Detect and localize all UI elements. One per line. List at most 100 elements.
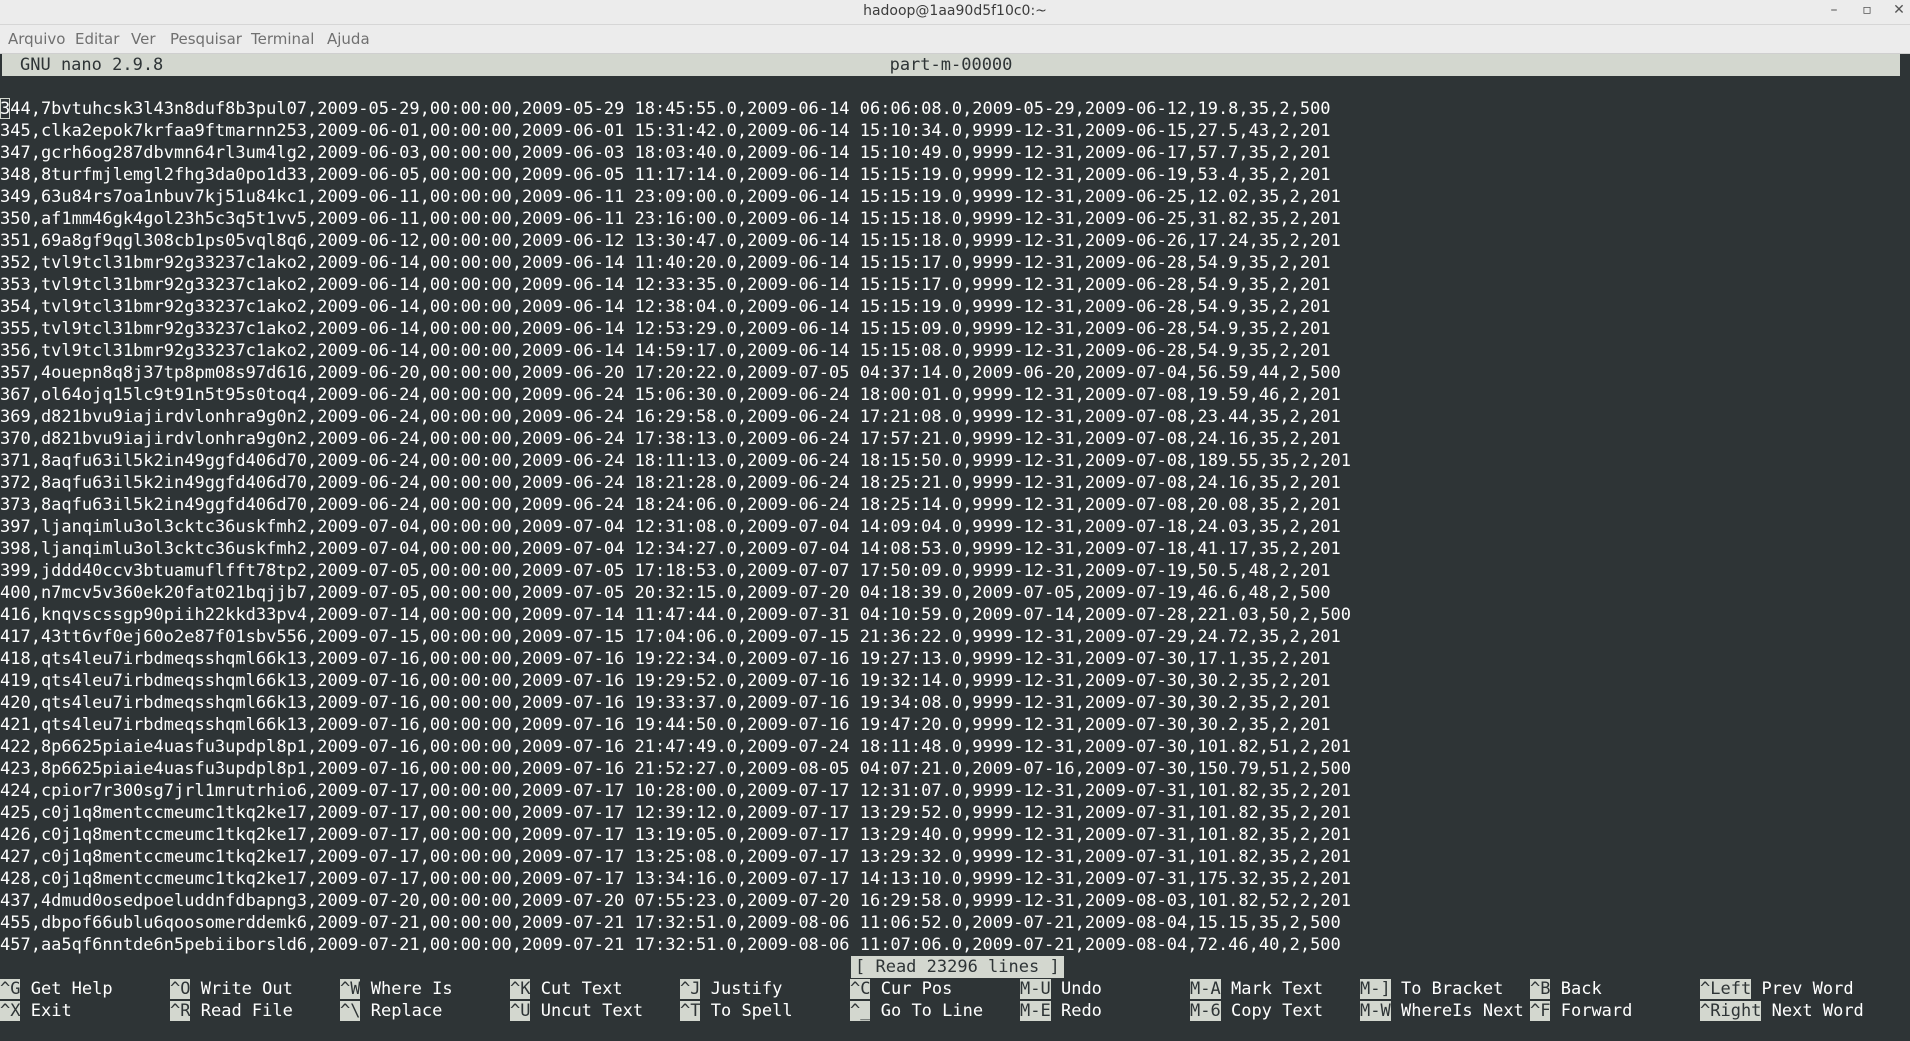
window-titlebar: hadoop@1aa90d5f10c0:~ – ▫ ✕ bbox=[0, 0, 1910, 25]
text-cursor bbox=[0, 98, 10, 119]
file-line: 397,ljanqimlu3ol3cktc36uskfmh2,2009-07-0… bbox=[0, 517, 1341, 537]
shortcut-next-word[interactable]: ^Right Next Word bbox=[1700, 1000, 1864, 1022]
file-line: 399,jddd40ccv3btuamuflfft78tp2,2009-07-0… bbox=[0, 561, 1331, 581]
file-line: 357,4ouepn8q8j37tp8pm08s97d616,2009-06-2… bbox=[0, 363, 1341, 383]
shortcut-go-to-line[interactable]: ^_ Go To Line bbox=[850, 1000, 983, 1022]
shortcut-label: Go To Line bbox=[880, 1001, 984, 1021]
shortcut-key: ^C bbox=[850, 979, 871, 999]
shortcut-key: ^X bbox=[0, 1001, 21, 1021]
menu-ajuda[interactable]: Ajuda bbox=[327, 30, 370, 48]
shortcut-key: ^O bbox=[170, 979, 191, 999]
file-line: 356,tvl9tcl31bmr92g33237c1ako2,2009-06-1… bbox=[0, 341, 1331, 361]
shortcut-key: ^W bbox=[340, 979, 361, 999]
file-line: 347,gcrh6og287dbvmn64rl3um4lg2,2009-06-0… bbox=[0, 143, 1331, 163]
shortcut-where-is[interactable]: ^W Where Is bbox=[340, 978, 453, 1000]
shortcut-label: Justify bbox=[710, 979, 783, 999]
menu-terminal[interactable]: Terminal bbox=[251, 30, 314, 48]
file-line: 417,43tt6vf0ej60o2e87f01sbv556,2009-07-1… bbox=[0, 627, 1341, 647]
file-line: 457,aa5qf6nntde6n5pebiiborsld6,2009-07-2… bbox=[0, 935, 1341, 955]
shortcut-read-file[interactable]: ^R Read File bbox=[170, 1000, 293, 1022]
shortcut-bar: ^G Get Help ^O Write Out ^W Where Is ^K Cut… bbox=[0, 978, 1910, 1022]
shortcut-redo[interactable]: M-E Redo bbox=[1020, 1000, 1102, 1022]
file-line: 373,8aqfu63il5k2in49ggfd406d70,2009-06-2… bbox=[0, 495, 1341, 515]
file-line: 344,7bvtuhcsk3l43n8duf8b3pul07,2009-05-2… bbox=[0, 99, 1331, 119]
terminal-area[interactable]: GNU nano 2.9.8 part-m-00000 344,7bvtuhcs… bbox=[0, 54, 1910, 1041]
shortcut-label: Get Help bbox=[30, 979, 113, 999]
file-line: 428,c0j1q8mentccmeumc1tkq2ke17,2009-07-1… bbox=[0, 869, 1352, 889]
file-line: 348,8turfmjlemgl2fhg3da0po1d33,2009-06-0… bbox=[0, 165, 1331, 185]
file-line: 455,dbpof66ublu6qoosomerddemk6,2009-07-2… bbox=[0, 913, 1341, 933]
shortcut-back[interactable]: ^B Back bbox=[1530, 978, 1602, 1000]
menu-bar: Arquivo Editar Ver Pesquisar Terminal Aj… bbox=[0, 25, 1910, 54]
shortcut-key: ^U bbox=[510, 1001, 531, 1021]
shortcut-key: ^Right bbox=[1700, 1001, 1762, 1021]
shortcut-write-out[interactable]: ^O Write Out bbox=[170, 978, 293, 1000]
file-line: 354,tvl9tcl31bmr92g33237c1ako2,2009-06-1… bbox=[0, 297, 1331, 317]
file-line: 423,8p6625piaie4uasfu3updpl8p1,2009-07-1… bbox=[0, 759, 1352, 779]
nano-header-bar: GNU nano 2.9.8 part-m-00000 bbox=[2, 54, 1900, 76]
file-name: part-m-00000 bbox=[889, 55, 1013, 75]
maximize-icon[interactable]: ▫ bbox=[1856, 2, 1878, 18]
shortcut-exit[interactable]: ^X Exit bbox=[0, 1000, 72, 1022]
status-message: [ Read 23296 lines ] bbox=[851, 956, 1064, 978]
file-line: 352,tvl9tcl31bmr92g33237c1ako2,2009-06-1… bbox=[0, 253, 1331, 273]
file-line: 426,c0j1q8mentccmeumc1tkq2ke17,2009-07-1… bbox=[0, 825, 1352, 845]
file-content[interactable]: 344,7bvtuhcsk3l43n8duf8b3pul07,2009-05-2… bbox=[0, 98, 1351, 956]
file-line: 420,qts4leu7irbdmeqsshqml66k13,2009-07-1… bbox=[0, 693, 1331, 713]
shortcut-prev-word[interactable]: ^Left Prev Word bbox=[1700, 978, 1854, 1000]
minimize-icon[interactable]: – bbox=[1823, 2, 1845, 18]
file-line: 418,qts4leu7irbdmeqsshqml66k13,2009-07-1… bbox=[0, 649, 1331, 669]
file-line: 416,knqvscssgp90piih22kkd33pv4,2009-07-1… bbox=[0, 605, 1352, 625]
shortcut-label: WhereIs Next bbox=[1400, 1001, 1524, 1021]
shortcut-key: ^K bbox=[510, 979, 531, 999]
shortcut-key: ^R bbox=[170, 1001, 191, 1021]
shortcut-label: Next Word bbox=[1771, 1001, 1864, 1021]
shortcut-key: ^J bbox=[680, 979, 701, 999]
shortcut-key: ^Left bbox=[1700, 979, 1752, 999]
file-line: 427,c0j1q8mentccmeumc1tkq2ke17,2009-07-1… bbox=[0, 847, 1352, 867]
file-line: 371,8aqfu63il5k2in49ggfd406d70,2009-06-2… bbox=[0, 451, 1352, 471]
shortcut-copy-text[interactable]: M-6 Copy Text bbox=[1190, 1000, 1323, 1022]
shortcut-key: ^F bbox=[1530, 1001, 1551, 1021]
shortcut-justify[interactable]: ^J Justify bbox=[680, 978, 782, 1000]
file-line: 421,qts4leu7irbdmeqsshqml66k13,2009-07-1… bbox=[0, 715, 1331, 735]
shortcut-undo[interactable]: M-U Undo bbox=[1020, 978, 1102, 1000]
shortcut-label: To Bracket bbox=[1400, 979, 1504, 999]
shortcut-uncut-text[interactable]: ^U Uncut Text bbox=[510, 1000, 643, 1022]
shortcut-label: Mark Text bbox=[1230, 979, 1324, 999]
shortcut-get-help[interactable]: ^G Get Help bbox=[0, 978, 113, 1000]
menu-editar[interactable]: Editar bbox=[75, 30, 119, 48]
file-line: 355,tvl9tcl31bmr92g33237c1ako2,2009-06-1… bbox=[0, 319, 1331, 339]
file-line: 349,63u84rs7oa1nbuv7kj51u84kc1,2009-06-1… bbox=[0, 187, 1341, 207]
file-line: 419,qts4leu7irbdmeqsshqml66k13,2009-07-1… bbox=[0, 671, 1331, 691]
shortcut-replace[interactable]: ^\ Replace bbox=[340, 1000, 442, 1022]
shortcut-cut-text[interactable]: ^K Cut Text bbox=[510, 978, 623, 1000]
menu-ver[interactable]: Ver bbox=[131, 30, 156, 48]
shortcut-key: ^G bbox=[0, 979, 21, 999]
shortcut-label: Write Out bbox=[200, 979, 293, 999]
shortcut-key: M-U bbox=[1020, 979, 1051, 999]
shortcut-label: Redo bbox=[1060, 1001, 1102, 1021]
menu-pesquisar[interactable]: Pesquisar bbox=[170, 30, 242, 48]
shortcut-key: M-6 bbox=[1190, 1001, 1221, 1021]
shortcut-to-bracket[interactable]: M-] To Bracket bbox=[1360, 978, 1503, 1000]
shortcut-to-spell[interactable]: ^T To Spell bbox=[680, 1000, 793, 1022]
shortcut-label: Read File bbox=[200, 1001, 293, 1021]
shortcut-key: M-E bbox=[1020, 1001, 1051, 1021]
shortcut-key: M-] bbox=[1360, 979, 1391, 999]
shortcut-key: ^_ bbox=[850, 1001, 871, 1021]
shortcut-cur-pos[interactable]: ^C Cur Pos bbox=[850, 978, 952, 1000]
shortcut-label: Prev Word bbox=[1761, 979, 1854, 999]
file-line: 350,af1mm46gk4gol23h5c3q5t1vv5,2009-06-1… bbox=[0, 209, 1341, 229]
shortcut-mark-text[interactable]: M-A Mark Text bbox=[1190, 978, 1323, 1000]
file-line: 398,ljanqimlu3ol3cktc36uskfmh2,2009-07-0… bbox=[0, 539, 1341, 559]
file-line: 424,cpior7r300sg7jrl1mrutrhio6,2009-07-1… bbox=[0, 781, 1352, 801]
shortcut-key: ^\ bbox=[340, 1001, 361, 1021]
shortcut-whereis-next[interactable]: M-W WhereIs Next bbox=[1360, 1000, 1524, 1022]
close-icon[interactable]: ✕ bbox=[1888, 2, 1910, 18]
file-line: 345,clka2epok7krfaa9ftmarnn253,2009-06-0… bbox=[0, 121, 1331, 141]
shortcut-label: Exit bbox=[30, 1001, 72, 1021]
shortcut-forward[interactable]: ^F Forward bbox=[1530, 1000, 1632, 1022]
menu-arquivo[interactable]: Arquivo bbox=[8, 30, 65, 48]
shortcut-label: Copy Text bbox=[1230, 1001, 1324, 1021]
